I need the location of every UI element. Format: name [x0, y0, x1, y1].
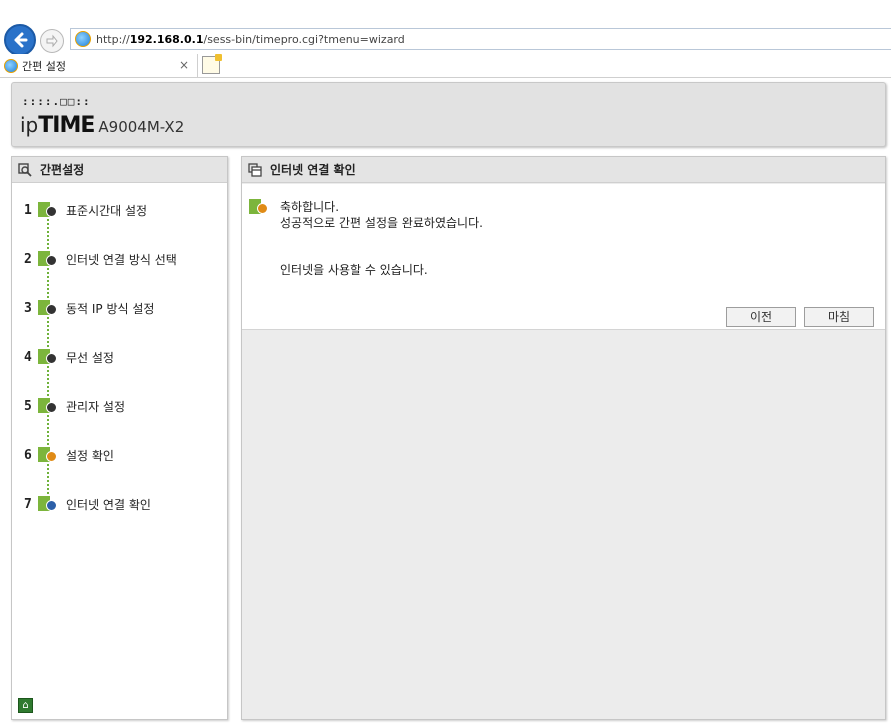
- step-label: 인터넷 연결 확인: [66, 497, 151, 512]
- browser-tab[interactable]: 간편 설정 ×: [0, 54, 198, 78]
- tab-title: 간편 설정: [22, 60, 66, 73]
- step-number: 4: [24, 349, 32, 365]
- step-connector: [47, 415, 49, 445]
- forward-button[interactable]: [40, 29, 64, 53]
- step-label: 동적 IP 방식 설정: [66, 301, 155, 316]
- browser-address-bar: http://192.168.0.1/sess-bin/timepro.cgi?…: [0, 0, 891, 56]
- logo-dots: ::::.□□::: [22, 95, 91, 108]
- ip-icon: [38, 299, 60, 317]
- main-panel: 인터넷 연결 확인 축하합니다. 성공적으로 간편 설정을 완료하였습니다. 인…: [241, 156, 886, 720]
- url-host: 192.168.0.1: [129, 32, 204, 46]
- settings-check-icon: [38, 446, 60, 464]
- back-arrow-icon: [14, 32, 28, 48]
- step-label: 인터넷 연결 방식 선택: [66, 252, 177, 267]
- wireless-icon: [38, 348, 60, 366]
- home-icon[interactable]: ⌂: [18, 698, 33, 713]
- sidebar-step-7[interactable]: 7 인터넷 연결 확인: [24, 494, 151, 514]
- complete-text: 성공적으로 간편 설정을 완료하였습니다.: [280, 216, 483, 230]
- admin-lock-icon: [38, 397, 60, 415]
- step-connector: [47, 464, 49, 494]
- back-button[interactable]: [4, 24, 36, 56]
- logo-ip: ip: [20, 113, 39, 137]
- settings-check-icon: [249, 199, 271, 217]
- globe-icon: [38, 495, 60, 513]
- internet-ready-text: 인터넷을 사용할 수 있습니다.: [280, 263, 428, 277]
- main-title: 인터넷 연결 확인: [270, 163, 356, 177]
- step-label: 관리자 설정: [66, 399, 126, 414]
- browser-tab-row: 간편 설정 ×: [0, 54, 891, 78]
- sidebar-step-6[interactable]: 6 설정 확인: [24, 445, 114, 465]
- step-number: 3: [24, 300, 32, 316]
- window-icon: [248, 162, 262, 177]
- step-number: 6: [24, 447, 32, 463]
- sidebar-header: 간편설정: [12, 157, 227, 183]
- main-header: 인터넷 연결 확인: [242, 157, 885, 183]
- wizard-sidebar: 간편설정 1 표준시간대 설정 2 인터넷 연결 방식 선택 3 동적 IP 방…: [11, 156, 228, 720]
- network-icon: [38, 250, 60, 268]
- prev-button[interactable]: 이전: [726, 307, 796, 327]
- step-number: 5: [24, 398, 32, 414]
- step-label: 설정 확인: [66, 448, 114, 463]
- step-connector: [47, 366, 49, 396]
- url-input[interactable]: http://192.168.0.1/sess-bin/timepro.cgi?…: [70, 28, 891, 50]
- sidebar-step-1[interactable]: 1 표준시간대 설정: [24, 200, 147, 220]
- step-number: 7: [24, 496, 32, 512]
- sidebar-step-4[interactable]: 4 무선 설정: [24, 347, 114, 367]
- search-icon: [18, 162, 32, 177]
- step-connector: [47, 317, 49, 347]
- ie-icon: [75, 31, 91, 47]
- sidebar-step-2[interactable]: 2 인터넷 연결 방식 선택: [24, 249, 177, 269]
- sidebar-step-5[interactable]: 5 관리자 설정: [24, 396, 125, 416]
- step-connector: [47, 268, 49, 298]
- logo-time: TIME: [38, 113, 95, 138]
- iptime-logo: ip TIME A9004M-X2: [20, 113, 184, 138]
- step-label: 무선 설정: [66, 350, 114, 365]
- url-path: /sess-bin/timepro.cgi?tmenu=wizard: [203, 32, 405, 46]
- sidebar-title: 간편설정: [40, 163, 85, 177]
- sidebar-step-3[interactable]: 3 동적 IP 방식 설정: [24, 298, 154, 318]
- clock-icon: [38, 201, 60, 219]
- step-label: 표준시간대 설정: [66, 203, 148, 218]
- step-number: 1: [24, 202, 32, 218]
- tab-ie-icon: [4, 59, 18, 73]
- forward-arrow-icon: [46, 34, 58, 48]
- router-header: ::::.□□:: ip TIME A9004M-X2: [11, 82, 886, 147]
- tab-close-icon[interactable]: ×: [179, 58, 189, 72]
- new-tab-icon[interactable]: [202, 54, 222, 74]
- step-number: 2: [24, 251, 32, 267]
- step-connector: [47, 219, 49, 249]
- url-prefix: http://: [96, 32, 130, 46]
- model-name: A9004M-X2: [98, 118, 185, 136]
- congrats-text: 축하합니다.: [280, 200, 340, 214]
- finish-button[interactable]: 마침: [804, 307, 874, 327]
